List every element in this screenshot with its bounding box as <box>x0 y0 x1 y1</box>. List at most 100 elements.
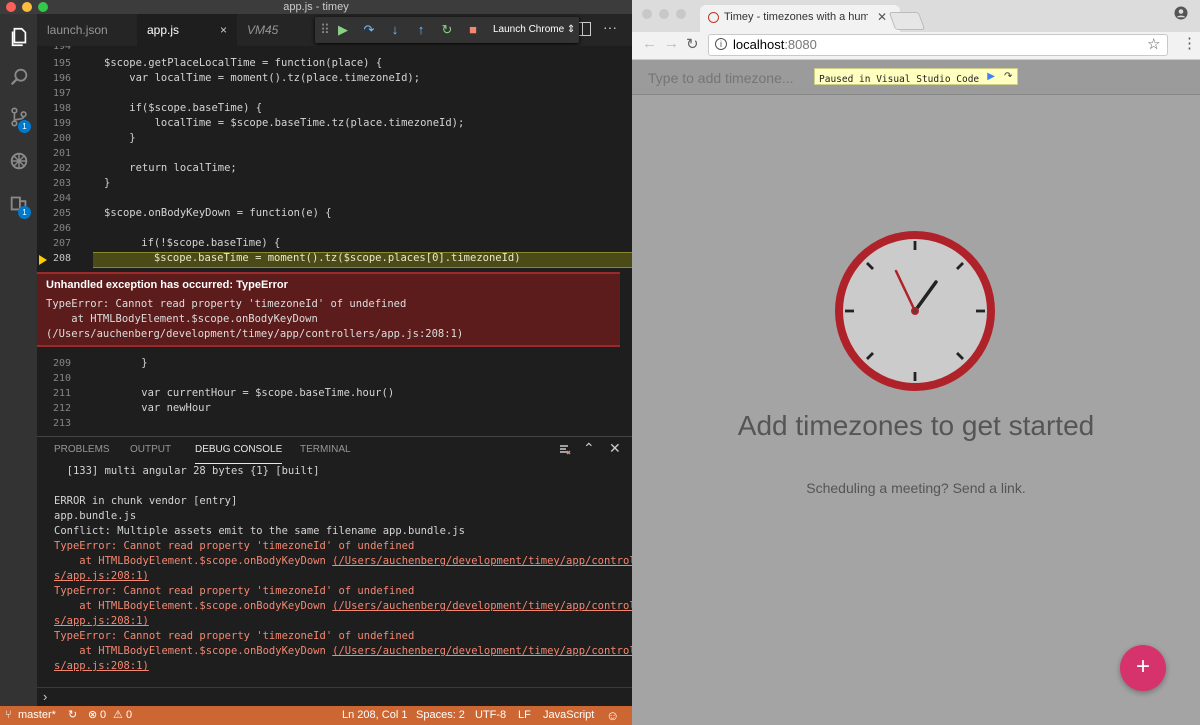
feedback-smiley-icon[interactable]: ☺ <box>606 706 619 725</box>
tab-output[interactable]: OUTPUT <box>130 437 171 463</box>
line-number: 198 <box>52 103 71 114</box>
warning-count[interactable]: 0 <box>126 706 132 725</box>
stop-icon[interactable]: ■ <box>465 22 481 38</box>
step-over-icon[interactable]: ↷ <box>361 22 377 38</box>
code-line: var localTime = moment().tz(place.timezo… <box>104 72 421 84</box>
divider <box>37 687 632 688</box>
line-number: 202 <box>52 163 71 174</box>
tab-title: Timey - timezones with a hum <box>724 11 868 23</box>
language-mode[interactable]: JavaScript <box>543 706 594 725</box>
tab-debug-console[interactable]: DEBUG CONSOLE <box>195 437 283 464</box>
code-line: if($scope.baseTime) { <box>104 102 263 114</box>
drag-handle-icon[interactable]: ⠿ <box>317 22 333 38</box>
close-panel-icon[interactable]: ✕ <box>609 440 621 457</box>
line-number: 201 <box>52 148 71 159</box>
code-line: var newHour <box>116 402 211 414</box>
step-out-icon[interactable]: ↑ <box>413 22 429 38</box>
chrome-window: Timey - timezones with a hum ✕ ← → ↻ i l… <box>632 0 1200 725</box>
source-link[interactable]: (/Users/auchenberg/development/timey/app… <box>332 555 632 567</box>
back-button-icon[interactable]: ← <box>642 35 657 52</box>
exception-title: Unhandled exception has occurred: TypeEr… <box>46 279 288 291</box>
scm-badge: 1 <box>18 120 31 133</box>
chrome-tab-strip: Timey - timezones with a hum ✕ <box>632 0 1200 32</box>
app-header: Paused in Visual Studio Code▶↷ <box>632 60 1200 95</box>
cursor-position[interactable]: Ln 208, Col 1 <box>342 706 407 725</box>
source-control-icon[interactable]: 1 <box>0 100 37 134</box>
new-tab-button[interactable] <box>888 12 926 30</box>
close-tab-icon[interactable]: × <box>220 14 227 46</box>
line-number: 212 <box>52 403 71 414</box>
debug-icon[interactable] <box>0 144 37 178</box>
more-actions-icon[interactable]: ··· <box>603 19 617 35</box>
line-endings[interactable]: LF <box>518 706 531 725</box>
favicon-icon <box>708 12 719 23</box>
menu-icon[interactable]: ⋮ <box>1182 34 1197 52</box>
step-into-icon[interactable]: ↓ <box>387 22 403 38</box>
exception-widget: Unhandled exception has occurred: TypeEr… <box>37 272 620 347</box>
forward-button-icon[interactable]: → <box>664 35 679 52</box>
tab-launch-json[interactable]: launch.json <box>37 14 137 46</box>
profile-icon[interactable] <box>1174 6 1188 20</box>
paused-text: Paused in Visual Studio Code <box>819 74 980 85</box>
clear-console-icon[interactable] <box>559 443 571 455</box>
repl-input[interactable] <box>55 690 625 704</box>
console-line: app.bundle.js <box>54 510 137 522</box>
tab-app-js[interactable]: app.js × <box>137 14 237 46</box>
activity-bar: 1 1 <box>0 14 37 706</box>
resume-icon[interactable]: ▶ <box>983 69 999 84</box>
line-number: 210 <box>52 373 71 384</box>
minimize-window-button[interactable] <box>22 2 32 12</box>
encoding[interactable]: UTF-8 <box>475 706 506 725</box>
add-timezone-fab[interactable]: + <box>1120 645 1166 691</box>
continue-icon[interactable]: ▶ <box>335 22 351 38</box>
bottom-panel: PROBLEMS OUTPUT DEBUG CONSOLE TERMINAL ⌃… <box>37 436 632 706</box>
close-window-button[interactable] <box>6 2 16 12</box>
tab-problems[interactable]: PROBLEMS <box>54 437 110 463</box>
window-title: app.js - timey <box>283 1 349 13</box>
tab-vm45[interactable]: VM45 <box>237 14 317 46</box>
line-number: 207 <box>52 238 71 249</box>
close-tab-icon[interactable]: ✕ <box>877 10 887 24</box>
warning-icon: ⚠ <box>113 709 123 721</box>
line-number: 203 <box>52 178 71 189</box>
maximize-window-button[interactable] <box>676 9 686 19</box>
line-number: 197 <box>52 88 71 99</box>
timezone-input[interactable] <box>646 66 810 90</box>
source-link[interactable]: (/Users/auchenberg/development/timey/app… <box>332 645 632 657</box>
reload-button-icon[interactable]: ↻ <box>686 35 699 53</box>
share-link-text[interactable]: Scheduling a meeting? Send a link. <box>632 480 1200 496</box>
close-window-button[interactable] <box>642 9 652 19</box>
source-link[interactable]: (/Users/auchenberg/development/timey/app… <box>332 600 632 612</box>
code-line: var currentHour = $scope.baseTime.hour() <box>116 387 395 399</box>
tab-terminal[interactable]: TERMINAL <box>300 437 351 463</box>
browser-tab[interactable]: Timey - timezones with a hum ✕ <box>700 5 900 32</box>
tab-app-js-label: app.js <box>147 23 180 37</box>
bookmark-star-icon[interactable]: ☆ <box>1147 35 1160 53</box>
info-icon[interactable]: i <box>715 38 727 50</box>
line-number: 199 <box>52 118 71 129</box>
paused-overlay: Paused in Visual Studio Code ▶ ↷ <box>814 68 1019 85</box>
source-link[interactable]: s/app.js:208:1) <box>54 615 149 627</box>
exception-line: (/Users/auchenberg/development/timey/app… <box>46 328 464 340</box>
explorer-icon[interactable] <box>0 20 37 54</box>
line-number: 195 <box>52 58 71 69</box>
launch-config-select[interactable]: Launch Chrome ⇕ <box>493 17 575 43</box>
source-link[interactable]: s/app.js:208:1) <box>54 660 149 672</box>
maximize-panel-icon[interactable]: ⌃ <box>583 440 595 457</box>
address-bar[interactable]: i localhost:8080 ☆ <box>708 34 1168 56</box>
line-number: 208 <box>52 253 71 264</box>
error-count[interactable]: 0 <box>100 706 106 725</box>
code-editor[interactable]: 194 195 196 197 198 199 200 201 202 203 … <box>37 46 632 436</box>
console-stack-line: at HTMLBodyElement.$scope.onBodyKeyDown … <box>54 600 632 612</box>
step-over-icon[interactable]: ↷ <box>999 69 1017 84</box>
extensions-badge: 1 <box>18 206 31 219</box>
indentation[interactable]: Spaces: 2 <box>416 706 465 725</box>
minimize-window-button[interactable] <box>659 9 669 19</box>
extensions-icon[interactable]: 1 <box>0 186 37 220</box>
branch-status[interactable]: master* <box>18 706 56 725</box>
search-icon[interactable] <box>0 60 37 94</box>
source-link[interactable]: s/app.js:208:1) <box>54 570 149 582</box>
restart-icon[interactable]: ↻ <box>439 22 455 38</box>
maximize-window-button[interactable] <box>38 2 48 12</box>
sync-icon[interactable]: ↻ <box>68 706 77 725</box>
